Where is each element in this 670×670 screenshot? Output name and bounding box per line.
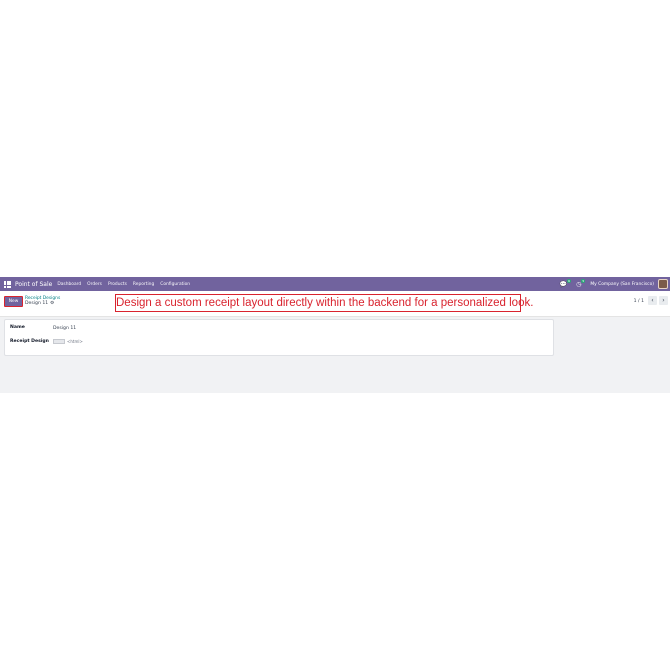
menu-orders[interactable]: Orders xyxy=(87,282,102,287)
new-button[interactable]: New xyxy=(4,296,23,307)
receipt-design-code: <html> xyxy=(67,339,83,344)
apps-menu-icon[interactable] xyxy=(4,280,11,288)
code-toolbar-icon xyxy=(53,339,65,344)
activities-badge: 5 xyxy=(581,278,586,283)
gear-icon[interactable]: ⚙ xyxy=(50,301,54,306)
pager-previous-button[interactable]: ‹ xyxy=(648,296,657,305)
name-field[interactable]: Design 11 xyxy=(53,326,76,331)
navbar-systray: 💬 6 ◷ 5 My Company (San Francisco) xyxy=(560,277,668,291)
record-title-text: Design 11 xyxy=(25,301,49,306)
name-label: Name xyxy=(10,325,25,330)
app-window: Point of Sale Dashboard Orders Products … xyxy=(0,277,670,393)
menu-configuration[interactable]: Configuration xyxy=(160,282,190,287)
pager-next-button[interactable]: › xyxy=(659,296,668,305)
app-title[interactable]: Point of Sale xyxy=(15,281,52,288)
activities-icon[interactable]: ◷ 5 xyxy=(576,278,586,288)
control-panel: New Receipt Designs Design 11 ⚙ Design a … xyxy=(0,291,670,317)
company-switcher[interactable]: My Company (San Francisco) xyxy=(590,282,654,287)
top-navbar: Point of Sale Dashboard Orders Products … xyxy=(0,277,670,291)
annotation-callout: Design a custom receipt layout directly … xyxy=(115,294,533,312)
menu-dashboard[interactable]: Dashboard xyxy=(57,282,81,287)
receipt-design-label: Receipt Design xyxy=(10,339,49,344)
messages-badge: 6 xyxy=(567,278,572,283)
user-avatar[interactable] xyxy=(658,279,668,289)
record-title: Design 11 ⚙ xyxy=(25,301,54,306)
menu-reporting[interactable]: Reporting xyxy=(133,282,154,287)
menu-products[interactable]: Products xyxy=(108,282,127,287)
messages-icon[interactable]: 💬 6 xyxy=(560,278,572,288)
form-sheet: Name Design 11 Receipt Design <html> xyxy=(4,319,554,356)
receipt-design-field[interactable]: <html> xyxy=(53,339,83,344)
pager-value[interactable]: 1 / 1 xyxy=(634,299,644,304)
